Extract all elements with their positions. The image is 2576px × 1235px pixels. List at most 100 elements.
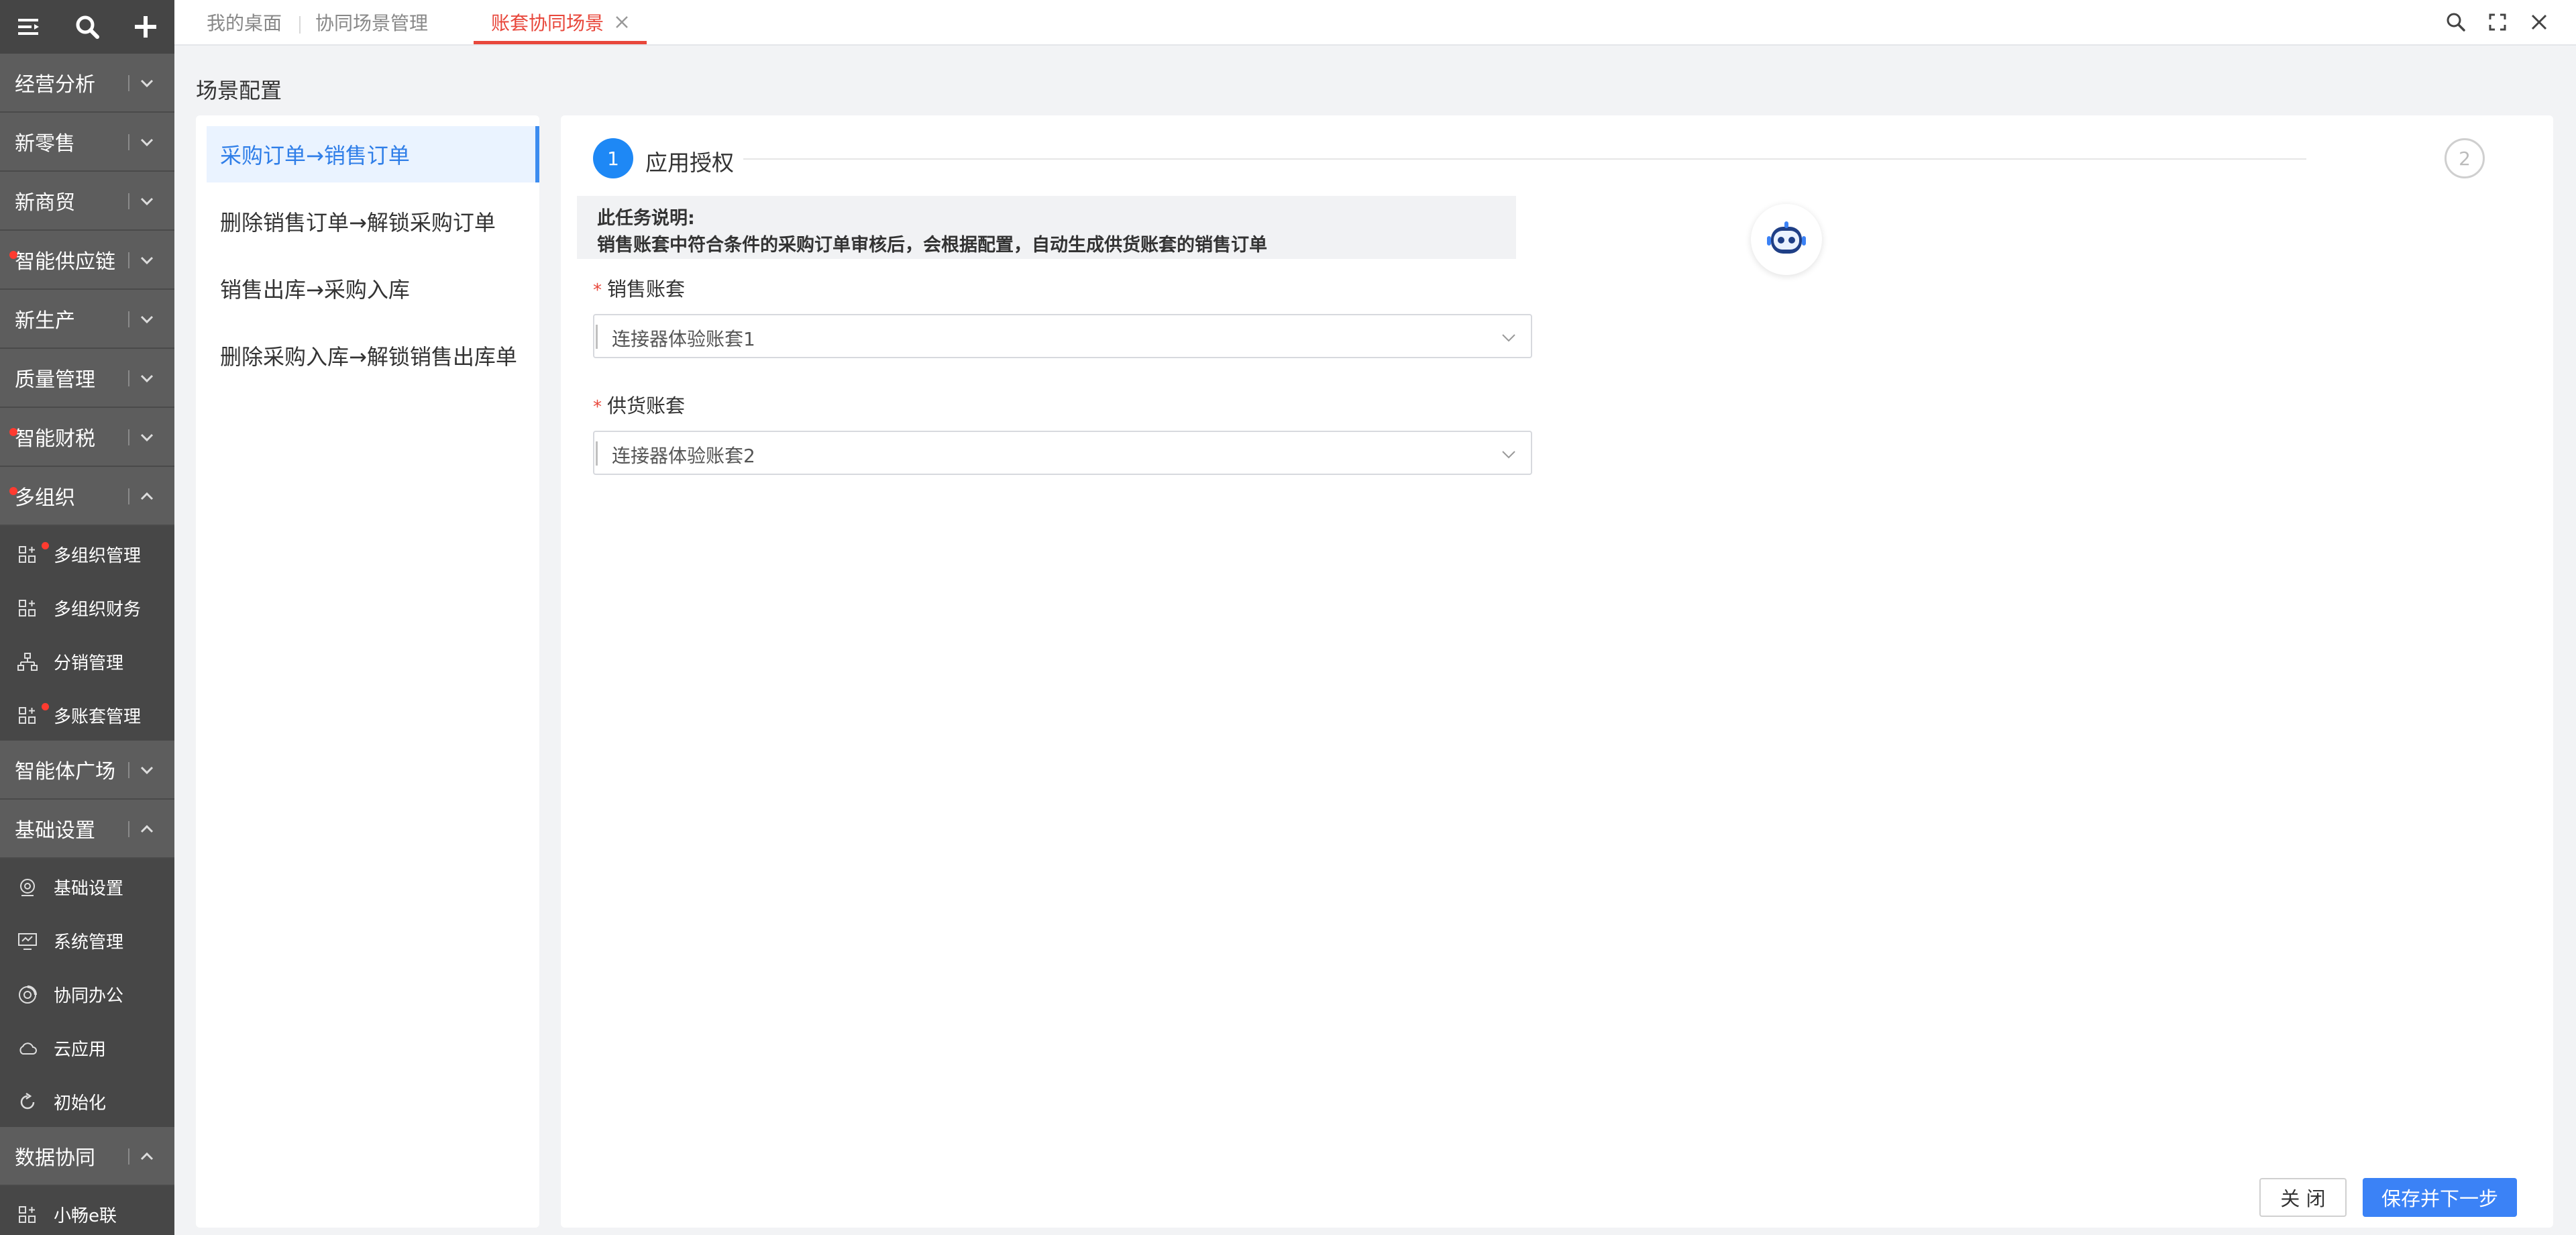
assistant-robot-button[interactable] <box>1751 204 1822 275</box>
tab-label: 账套协同场景 <box>491 12 604 34</box>
close-icon[interactable] <box>2528 11 2551 34</box>
scene-item[interactable]: 销售出库→采购入库 <box>207 260 539 317</box>
sidebar-item[interactable]: 小畅e联 <box>0 1186 174 1235</box>
tab-label: 协同场景管理 <box>315 12 429 34</box>
sidebar-item-label: 分销管理 <box>54 653 124 674</box>
tab-scene-management[interactable]: 协同场景管理 <box>315 0 428 44</box>
notification-dot <box>42 542 49 549</box>
grid-plus-icon <box>19 1206 36 1223</box>
robot-icon <box>1767 221 1806 254</box>
notification-dot <box>9 487 17 495</box>
step-number: 2 <box>2459 147 2471 170</box>
sidebar-search-button[interactable] <box>66 5 109 48</box>
separator <box>128 488 129 504</box>
menu-collapse-button[interactable] <box>7 5 50 48</box>
tab-account-scene[interactable]: 账套协同场景 <box>474 0 647 44</box>
sidebar-item[interactable]: 初始化 <box>0 1073 174 1127</box>
sidebar-item[interactable]: 多组织财务 <box>0 580 174 633</box>
supply-account-label: * 供货账套 <box>593 390 685 419</box>
chevron-down-icon <box>1502 334 1515 342</box>
sidebar-item[interactable]: 多组织管理 <box>0 526 174 580</box>
step-1-label: 应用授权 <box>645 150 734 176</box>
webcam-icon <box>20 879 35 896</box>
separator <box>128 193 129 209</box>
task-description-title: 此任务说明: <box>597 208 695 229</box>
task-description-text: 销售账套中符合条件的采购订单审核后，会根据配置，自动生成供货账套的销售订单 <box>597 235 1267 256</box>
scene-item[interactable]: 采购订单→销售订单 <box>207 126 539 182</box>
separator <box>128 429 129 445</box>
sidebar-category[interactable]: 智能财税 <box>0 408 174 467</box>
tab-label: 我的桌面 <box>207 12 282 34</box>
chevron-down-icon <box>140 766 154 775</box>
sidebar-add-button[interactable] <box>124 5 167 48</box>
sidebar-item[interactable]: 基础设置 <box>0 859 174 912</box>
close-button[interactable]: 关 闭 <box>2259 1178 2347 1217</box>
sidebar-category[interactable]: 新生产 <box>0 290 174 349</box>
sidebar-category[interactable]: 质量管理 <box>0 349 174 408</box>
sidebar-item-label: 初始化 <box>54 1093 107 1114</box>
chevron-down-icon <box>140 256 154 265</box>
task-description: 此任务说明: 销售账套中符合条件的采购订单审核后，会根据配置，自动生成供货账套的… <box>577 196 1516 259</box>
sales-account-value: 连接器体验账套1 <box>612 328 755 350</box>
sidebar-item[interactable]: 系统管理 <box>0 912 174 966</box>
separator <box>128 370 129 386</box>
save-and-next-button[interactable]: 保存并下一步 <box>2363 1178 2517 1217</box>
scene-item[interactable]: 删除销售订单→解锁采购订单 <box>207 193 539 250</box>
sidebar-item[interactable]: 分销管理 <box>0 633 174 687</box>
sidebar-item-label: 协同办公 <box>54 986 124 1006</box>
cloud-icon <box>19 1042 37 1055</box>
sidebar-category[interactable]: 智能体广场 <box>0 741 174 800</box>
scene-list-panel: 采购订单→销售订单删除销售订单→解锁采购订单 销售出库→采购入库删除采购入库→解锁… <box>196 115 539 1228</box>
notification-dot <box>9 428 17 436</box>
chevron-up-icon <box>140 492 154 500</box>
separator <box>128 821 129 837</box>
chevron-down-icon <box>140 79 154 88</box>
sales-account-select[interactable]: 连接器体验账套1 <box>593 314 1532 358</box>
scene-config-panel: 1 应用授权 2 此任务说明: 销售账套中符合条件的采购订单审核后，会根据配置，… <box>561 115 2553 1228</box>
sidebar-category[interactable]: 新零售 <box>0 113 174 172</box>
scene-item-label: 删除销售订单→解锁采购订单 <box>220 210 496 235</box>
notification-dot <box>42 703 49 710</box>
sales-account-label: * 销售账套 <box>593 274 685 302</box>
chevron-down-icon <box>140 197 154 206</box>
step-1-indicator: 1 <box>593 138 633 178</box>
separator <box>128 762 129 778</box>
search-icon[interactable] <box>2445 11 2467 34</box>
tab-divider <box>299 16 301 34</box>
tab-my-desktop[interactable]: 我的桌面 <box>207 0 282 44</box>
sidebar-category[interactable]: 基础设置 <box>0 800 174 859</box>
sidebar-item-label: 基础设置 <box>54 879 124 899</box>
chevron-down-icon <box>140 315 154 324</box>
sidebar-category[interactable]: 多组织 <box>0 467 174 526</box>
page-title: 场景配置 <box>196 78 282 103</box>
fullscreen-icon[interactable] <box>2486 11 2509 34</box>
separator <box>128 311 129 327</box>
select-cursor-bar <box>596 441 598 466</box>
monitor-icon <box>18 933 37 950</box>
sidebar-category[interactable]: 数据协同 <box>0 1127 174 1186</box>
plus-icon <box>134 16 156 38</box>
select-cursor-bar <box>596 325 598 349</box>
chevron-down-icon <box>140 138 154 147</box>
sidebar-category[interactable]: 新商贸 <box>0 172 174 231</box>
sidebar-item[interactable]: 协同办公 <box>0 966 174 1020</box>
close-icon[interactable] <box>614 15 629 30</box>
step-number: 1 <box>607 147 619 170</box>
sidebar-item-label: 多组织财务 <box>54 600 142 620</box>
step-2-indicator: 2 <box>2445 138 2485 178</box>
sidebar-item-label: 多组织管理 <box>54 546 142 566</box>
scene-item-label: 销售出库→采购入库 <box>220 277 410 303</box>
separator <box>128 134 129 150</box>
scene-item-label: 删除采购入库→解锁销售出库单 <box>220 344 517 370</box>
sidebar-item[interactable]: 云应用 <box>0 1020 174 1073</box>
sidebar-category[interactable]: 智能供应链 <box>0 231 174 290</box>
chevron-down-icon <box>140 374 154 383</box>
sidebar-item[interactable]: 多账套管理 <box>0 687 174 741</box>
sales-account-label-text: 销售账套 <box>607 278 686 301</box>
active-tab-indicator <box>474 41 647 44</box>
supply-account-select[interactable]: 连接器体验账套2 <box>593 431 1532 475</box>
separator <box>128 1148 129 1165</box>
menu-collapse-icon <box>18 19 40 35</box>
scene-item[interactable]: 删除采购入库→解锁销售出库单 <box>207 327 539 384</box>
sidebar-category[interactable]: 经营分析 <box>0 54 174 113</box>
